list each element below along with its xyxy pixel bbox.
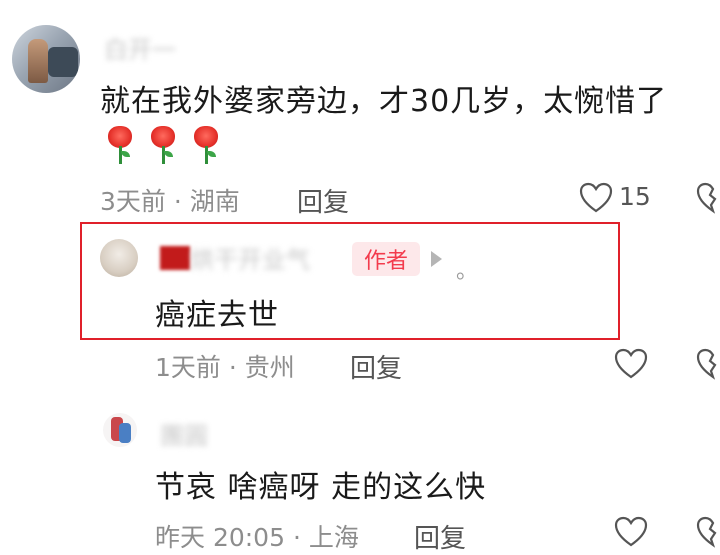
author-badge: 作者 xyxy=(352,242,420,276)
comment-time: 昨天 20:05 xyxy=(155,523,285,552)
comment-meta: 昨天 20:05 · 上海 xyxy=(155,518,359,554)
comment-time: 1天前 xyxy=(155,353,221,382)
avatar-person-figure xyxy=(28,39,48,83)
dislike-broken-heart-icon xyxy=(696,516,717,548)
meta-separator: · xyxy=(173,187,182,216)
like-count: 15 xyxy=(619,182,651,211)
like-button[interactable] xyxy=(614,348,648,380)
triangle-arrow-icon xyxy=(431,251,442,267)
meta-separator: · xyxy=(292,523,301,552)
rose-emoji xyxy=(147,126,179,164)
comment-text: 癌症去世 xyxy=(155,298,279,333)
dislike-button[interactable] xyxy=(696,516,720,548)
rose-emoji xyxy=(104,126,136,164)
commenter-name[interactable]: 白开一 xyxy=(104,30,176,65)
comment-meta: 3天前 · 湖南 xyxy=(100,182,240,218)
comment-location: 上海 xyxy=(308,523,359,552)
rose-emoji xyxy=(190,126,222,164)
dislike-broken-heart-icon xyxy=(696,182,717,214)
meta-separator: · xyxy=(228,353,237,382)
name-flag-badge xyxy=(160,246,190,270)
commenter-avatar[interactable] xyxy=(12,25,80,93)
comment-text: 就在我外婆家旁边，才30几岁，太惋惜了 xyxy=(100,84,668,119)
dislike-broken-heart-icon xyxy=(696,348,717,380)
commenter-avatar[interactable] xyxy=(103,413,137,447)
heart-outline-icon xyxy=(579,182,613,213)
heart-outline-icon xyxy=(614,516,648,547)
reply-button[interactable]: 回复 xyxy=(350,348,402,385)
author-name[interactable]: 烘干开业气 xyxy=(190,240,310,275)
dislike-button[interactable] xyxy=(696,182,720,214)
dislike-button[interactable] xyxy=(696,348,720,380)
commenter-name[interactable]: 團圓 xyxy=(160,416,208,451)
comment-time: 3天前 xyxy=(100,187,166,216)
reply-button[interactable]: 回复 xyxy=(414,518,466,555)
heart-outline-icon xyxy=(614,348,648,379)
comment-location: 湖南 xyxy=(189,187,240,216)
comment-meta: 1天前 · 贵州 xyxy=(155,348,295,384)
like-button[interactable] xyxy=(614,516,648,548)
comment-text: 节哀 啥癌呀 走的这么快 xyxy=(155,470,487,505)
like-button[interactable] xyxy=(579,182,613,214)
comment-location: 贵州 xyxy=(244,353,295,382)
avatar-car xyxy=(48,47,78,77)
trailing-mark: 。 xyxy=(456,259,479,284)
author-avatar[interactable] xyxy=(100,239,138,277)
reply-button[interactable]: 回复 xyxy=(297,182,349,219)
